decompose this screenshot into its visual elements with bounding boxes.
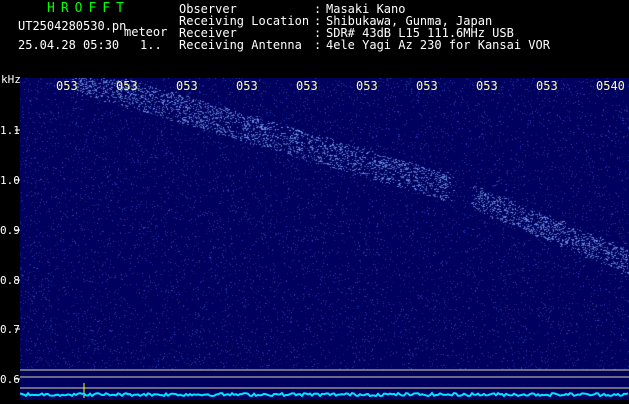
- spectrum-trace: [19, 391, 629, 398]
- axis-overlay: [15, 129, 629, 398]
